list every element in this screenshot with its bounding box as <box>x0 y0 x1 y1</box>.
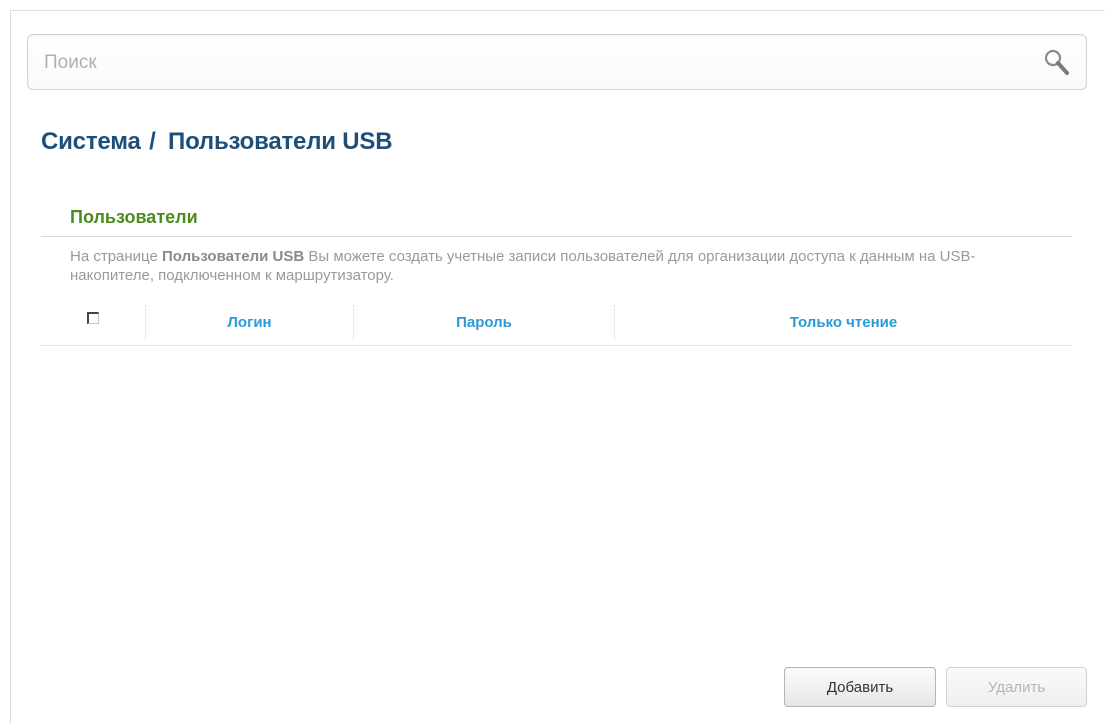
description-highlight: Пользователи USB <box>162 248 305 265</box>
users-table: Логин Пароль Только чтение <box>41 305 1072 346</box>
column-header-label: Только чтение <box>789 313 898 331</box>
delete-button[interactable]: Удалить <box>946 667 1087 707</box>
breadcrumb-separator: / <box>149 128 156 155</box>
column-header-label: Пароль <box>456 313 512 331</box>
add-button[interactable]: Добавить <box>784 667 936 707</box>
column-header-login[interactable]: Логин <box>146 305 354 339</box>
breadcrumb-parent: Система <box>41 128 141 155</box>
select-all-cell <box>41 305 146 339</box>
select-all-checkbox[interactable] <box>87 312 99 324</box>
section-title: Пользователи <box>70 207 198 227</box>
section-description: На странице Пользователи USB Вы можете с… <box>70 247 1050 285</box>
column-header-label: Логин <box>227 313 272 331</box>
search-input[interactable] <box>42 35 1026 91</box>
main-panel: Система / Пользователи USB Пользователи … <box>10 10 1105 724</box>
search-box <box>27 34 1087 91</box>
column-header-password[interactable]: Пароль <box>354 305 615 339</box>
search-icon[interactable] <box>1042 48 1072 78</box>
section-divider <box>41 236 1072 237</box>
page-title: Система / Пользователи USB <box>41 128 393 156</box>
breadcrumb-current: Пользователи USB <box>168 128 393 155</box>
description-text-start: На странице <box>70 248 162 265</box>
column-header-readonly[interactable]: Только чтение <box>615 305 1072 339</box>
